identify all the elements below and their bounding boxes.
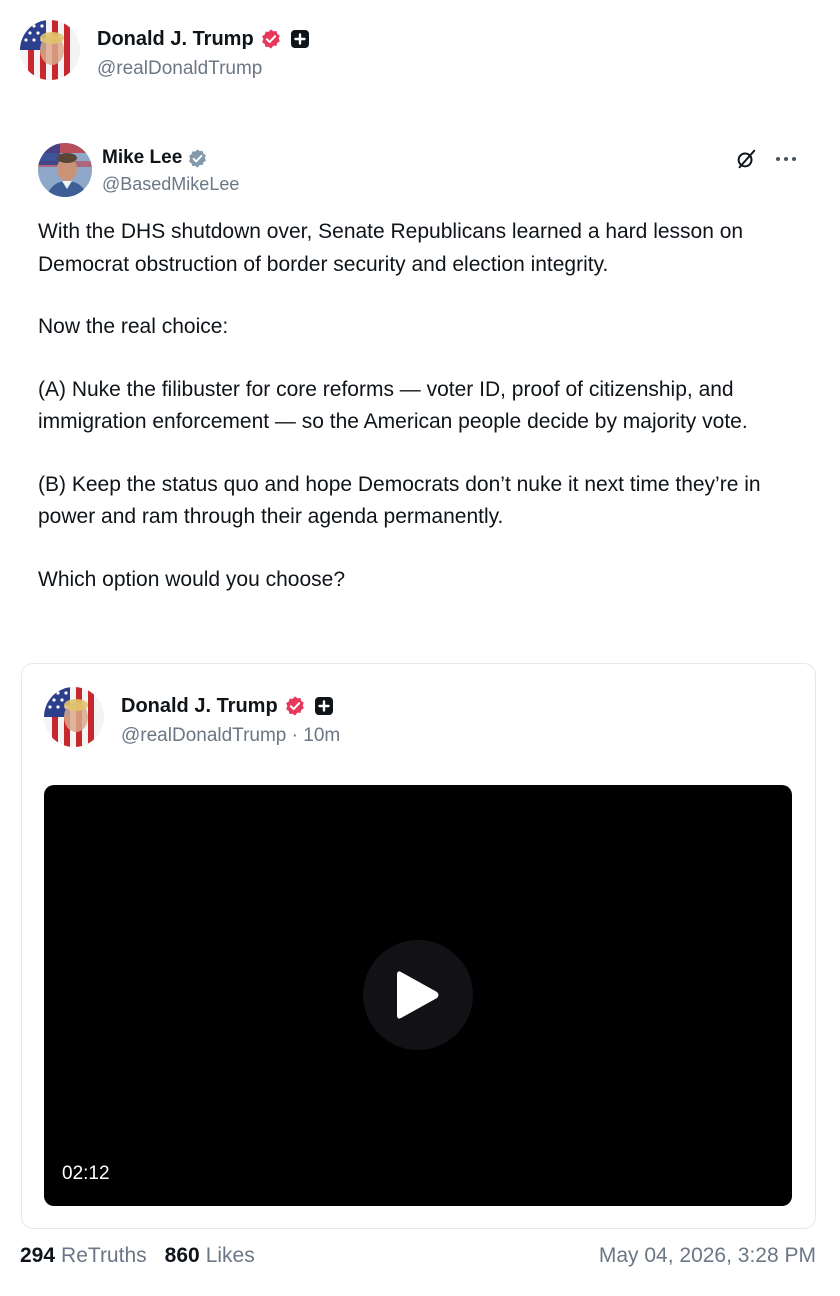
embedded-author-avatar[interactable] — [38, 143, 92, 197]
video-duration: 02:12 — [62, 1163, 110, 1184]
likes-label: Likes — [205, 1244, 255, 1267]
author-avatar[interactable] — [20, 20, 80, 80]
verified-badge-icon — [260, 28, 282, 50]
quoted-author-meta: @realDonaldTrump · 10m — [121, 725, 340, 747]
separator-dot: · — [291, 725, 304, 746]
likes-stat[interactable]: 860 Likes — [165, 1244, 255, 1268]
verified-badge-icon — [187, 148, 208, 169]
verified-badge-icon — [284, 695, 306, 717]
quoted-truth-card[interactable]: Donald J. Trump @realDonaldTrump · 10m 0… — [21, 663, 816, 1229]
plus-badge-icon — [314, 696, 334, 716]
post-paragraph: Which option would you choose? — [38, 567, 346, 591]
retruths-label: ReTruths — [61, 1244, 147, 1267]
quoted-author-name[interactable]: Donald J. Trump — [121, 695, 278, 718]
author-name[interactable]: Donald J. Trump — [97, 28, 254, 51]
plus-badge-icon — [290, 29, 310, 49]
post-timestamp[interactable]: May 04, 2026, 3:28 PM — [599, 1244, 816, 1268]
likes-count: 860 — [164, 1244, 200, 1267]
author-handle[interactable]: @realDonaldTrump — [97, 58, 262, 80]
more-icon[interactable] — [773, 146, 799, 172]
retruths-stat[interactable]: 294 ReTruths — [20, 1244, 147, 1268]
quoted-author-avatar[interactable] — [44, 687, 104, 747]
quoted-author-handle[interactable]: @realDonaldTrump — [121, 725, 286, 746]
play-button[interactable] — [363, 940, 473, 1050]
post-paragraph: With the DHS shutdown over, Senate Repub… — [38, 220, 744, 276]
post-paragraph: (A) Nuke the filibuster for core reforms… — [38, 377, 748, 434]
grok-icon[interactable] — [733, 146, 759, 172]
post-age[interactable]: 10m — [303, 725, 340, 746]
embedded-author-handle[interactable]: @BasedMikeLee — [102, 174, 239, 195]
post-paragraph: (B) Keep the status quo and hope Democra… — [38, 472, 761, 529]
embedded-author-name[interactable]: Mike Lee — [102, 147, 182, 169]
video-player[interactable]: 02:12 — [44, 785, 792, 1206]
retruths-count: 294 — [20, 1244, 56, 1267]
embedded-post-body: With the DHS shutdown over, Senate Repub… — [38, 216, 808, 596]
post-footer: 294 ReTruths 860 Likes May 04, 2026, 3:2… — [20, 1244, 816, 1274]
post-paragraph: Now the real choice: — [38, 315, 229, 338]
play-icon — [397, 971, 439, 1019]
